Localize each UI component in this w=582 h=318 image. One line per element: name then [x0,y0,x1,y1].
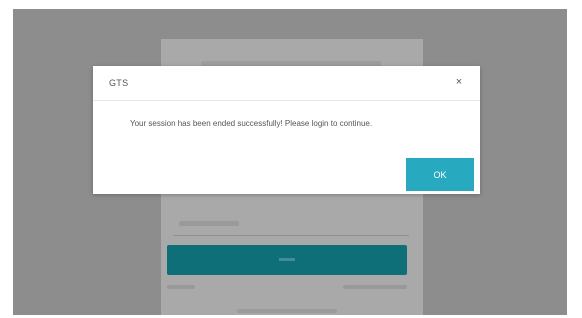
app-screen: GTS × Your session has been ended succes… [13,9,567,315]
login-button[interactable] [167,245,407,275]
login-button-label [279,258,295,261]
login-footer-text [237,309,337,313]
dialog-title: GTS [109,78,129,88]
close-icon[interactable]: × [452,75,466,89]
session-ended-dialog: GTS × Your session has been ended succes… [93,66,480,194]
forgot-password-link[interactable] [343,285,407,289]
dialog-header: GTS × [93,66,480,101]
password-placeholder [179,221,239,226]
dialog-message: Your session has been ended successfully… [130,119,373,128]
register-link[interactable] [167,285,195,289]
password-field[interactable] [173,215,409,236]
ok-button[interactable]: OK [406,158,474,191]
